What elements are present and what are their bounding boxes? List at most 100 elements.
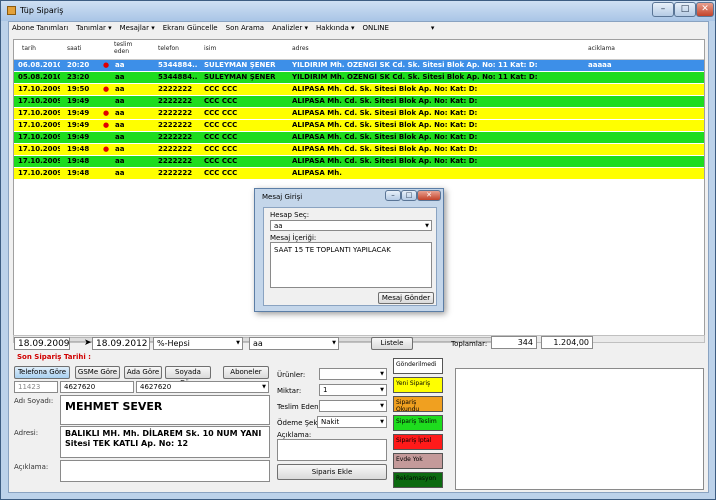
table-cell: 2222222 [158,157,193,165]
col-time[interactable]: saati [67,45,82,52]
table-cell: SÜLEYMAN ŞENER [204,73,276,81]
table-cell: 19:48 [67,157,90,165]
phone-input[interactable]: 4627620 [60,381,134,393]
add-order-button[interactable]: Siparis Ekle [277,464,387,480]
close-button[interactable]: ✕ [696,2,714,17]
table-cell: CCC CCC [204,109,238,117]
customer-note-field[interactable] [60,460,270,482]
chevron-down-icon: ▼ [332,340,336,346]
table-row[interactable]: 17.10.2009 19:48 ● aa 2222222 CCC CCC ALIPASA … [14,144,704,155]
deliverer-filter-select[interactable]: aa ▼ [249,337,339,350]
dialog-close-button[interactable]: ✕ [417,190,441,201]
col-phone[interactable]: telefon [158,45,179,52]
message-label: Mesaj İçeriği: [270,234,317,242]
total-count-field: 344 [491,336,537,349]
maximize-button[interactable]: □ [674,2,696,17]
deliverer-label: Teslim Eden: [277,403,321,411]
search-by-gsm-button[interactable]: GSMe Göre [75,366,120,379]
category-select-value: %-Hepsi [157,339,190,348]
table-row[interactable]: 17.10.2009 19:49 aa 2222222 CCC CCC ALIPASA M… [14,132,704,143]
amount-select[interactable]: 1 ▼ [319,384,387,396]
table-cell: 17.10.2009 [18,97,60,105]
menu-messages[interactable]: Mesajlar ▾ [120,24,155,36]
phone-select[interactable]: 4627620 ▼ [136,381,269,393]
table-cell: YILDIRIM Mh. ÖZENGİ SK Cd. Sk. Sitesi Bl… [292,73,538,81]
search-by-name-button[interactable]: Ada Göre [124,366,162,379]
col-address[interactable]: adres [292,45,309,52]
table-row[interactable]: 17.10.2009 19:49 aa 2222222 CCC CCC ALIPASA M… [14,96,704,107]
date-from-picker[interactable]: 18.09.2009 [14,337,70,350]
table-cell: ALIPASA Mh. Cd. Sk. Sitesi Blok Ap. No: … [292,109,478,117]
table-cell: CCC CCC [204,97,238,105]
table-cell: 17.10.2009 [18,157,60,165]
alert-icon: ● [103,61,110,69]
alert-icon: ● [103,85,110,93]
table-row[interactable]: 17.10.2009 19:48 aa 2222222 CCC CCC ALIPASA M… [14,156,704,167]
deliverer-select[interactable]: ▼ [319,400,387,412]
status-legend-item: Sipariş İptal [393,434,443,450]
category-select[interactable]: %-Hepsi ▼ [153,337,243,350]
list-button[interactable]: Listele [371,337,413,350]
table-row[interactable]: 05.08.2010 23:20 aa 5344884... SÜLEYMAN ŞENE… [14,72,704,83]
menu-last-search[interactable]: Son Arama [226,24,264,36]
payment-select[interactable]: Nakit ▼ [317,416,387,428]
menu-online[interactable]: ONLINE [363,24,389,36]
customer-name-field[interactable]: MEHMET SEVER [60,395,270,425]
subscribers-button[interactable]: Aboneler [223,366,269,379]
table-cell: 17.10.2009 [18,85,60,93]
col-name[interactable]: isim [204,45,216,52]
col-note[interactable]: aciklama [588,45,615,52]
order-note-label: Açıklama: [277,431,312,439]
menu-refresh-screen[interactable]: Ekranı Güncelle [163,24,218,36]
table-row[interactable]: 06.08.2010 20:20 ● aa 5344884... SÜLEYMAN ŞEN… [14,60,704,71]
dialog-minimize-button[interactable]: – [385,190,401,201]
col-date[interactable]: tarih [22,45,36,52]
account-select-value: aa [274,222,283,230]
table-cell: 19:50 [67,85,90,93]
table-cell: 23:20 [67,73,90,81]
menu-subscriber-definitions[interactable]: Abone Tanımları [12,24,68,36]
table-cell: aa [115,157,125,165]
menu-definitions[interactable]: Tanımlar ▾ [76,24,111,36]
table-cell: 17.10.2009 [18,121,60,129]
window-title: Tüp Sipariş [20,6,64,15]
menu-dropdown[interactable]: ▾ [431,24,435,36]
table-cell: 2222222 [158,97,193,105]
status-legend-item: Evde Yok [393,453,443,469]
title-bar[interactable]: Tüp Sipariş – □ ✕ [1,1,715,21]
table-cell: 17.10.2009 [18,169,60,177]
customer-address-label: Adresi: [14,429,39,437]
table-cell: SÜLEYMAN ŞENER [204,61,276,69]
customer-code-field[interactable]: 11423 [14,381,58,393]
col-delivered-by[interactable]: teslim eden [114,41,134,55]
send-message-button[interactable]: Mesaj Gönder [378,292,434,304]
table-cell: ALIPASA Mh. Cd. Sk. Sitesi Blok Ap. No: … [292,133,478,141]
table-cell: 2222222 [158,85,193,93]
table-cell: 17.10.2009 [18,133,60,141]
dialog-maximize-button[interactable]: □ [401,190,417,201]
table-cell: 19:49 [67,109,90,117]
table-cell: ALIPASA Mh. [292,169,342,177]
menu-analyses[interactable]: Analizler ▾ [272,24,308,36]
table-row[interactable]: 17.10.2009 19:50 ● aa 2222222 CCC CCC ALIPASA … [14,84,704,95]
message-textarea[interactable]: SAAT 15 TE TOPLANTI YAPILACAK [270,242,432,288]
search-by-surname-button[interactable]: Soyada Göre [165,366,211,387]
account-select[interactable]: aa ▼ [270,220,432,231]
table-row[interactable]: 17.10.2009 19:49 ● aa 2222222 CCC CCC ALIPASA … [14,108,704,119]
customer-address-field[interactable]: BALIKLI MH. Mh. DİLAREM Sk. 10 NUM YANI … [60,426,270,458]
date-to-picker[interactable]: 18.09.2012 [92,337,150,350]
table-cell: 5344884... [158,61,198,69]
table-cell: 05.08.2010 [18,73,60,81]
order-note-field[interactable] [277,439,387,461]
table-cell: 2222222 [158,133,193,141]
products-select[interactable]: ▼ [319,368,387,380]
search-by-phone-button[interactable]: Telefona Göre [14,366,70,379]
minimize-button[interactable]: – [652,2,674,17]
table-cell: CCC CCC [204,157,238,165]
table-cell: YILDIRIM Mh. ÖZENGİ SK Cd. Sk. Sitesi Bl… [292,61,538,69]
range-arrow-icon: ➤ [84,338,92,348]
table-row[interactable]: 17.10.2009 19:48 aa 2222222 CCC CCC ALIPASA M… [14,168,704,179]
table-row[interactable]: 17.10.2009 19:49 ● aa 2222222 CCC CCC ALIPASA … [14,120,704,131]
table-cell: ALIPASA Mh. Cd. Sk. Sitesi Blok Ap. No: … [292,121,478,129]
menu-about[interactable]: Hakkında ▾ [316,24,355,36]
